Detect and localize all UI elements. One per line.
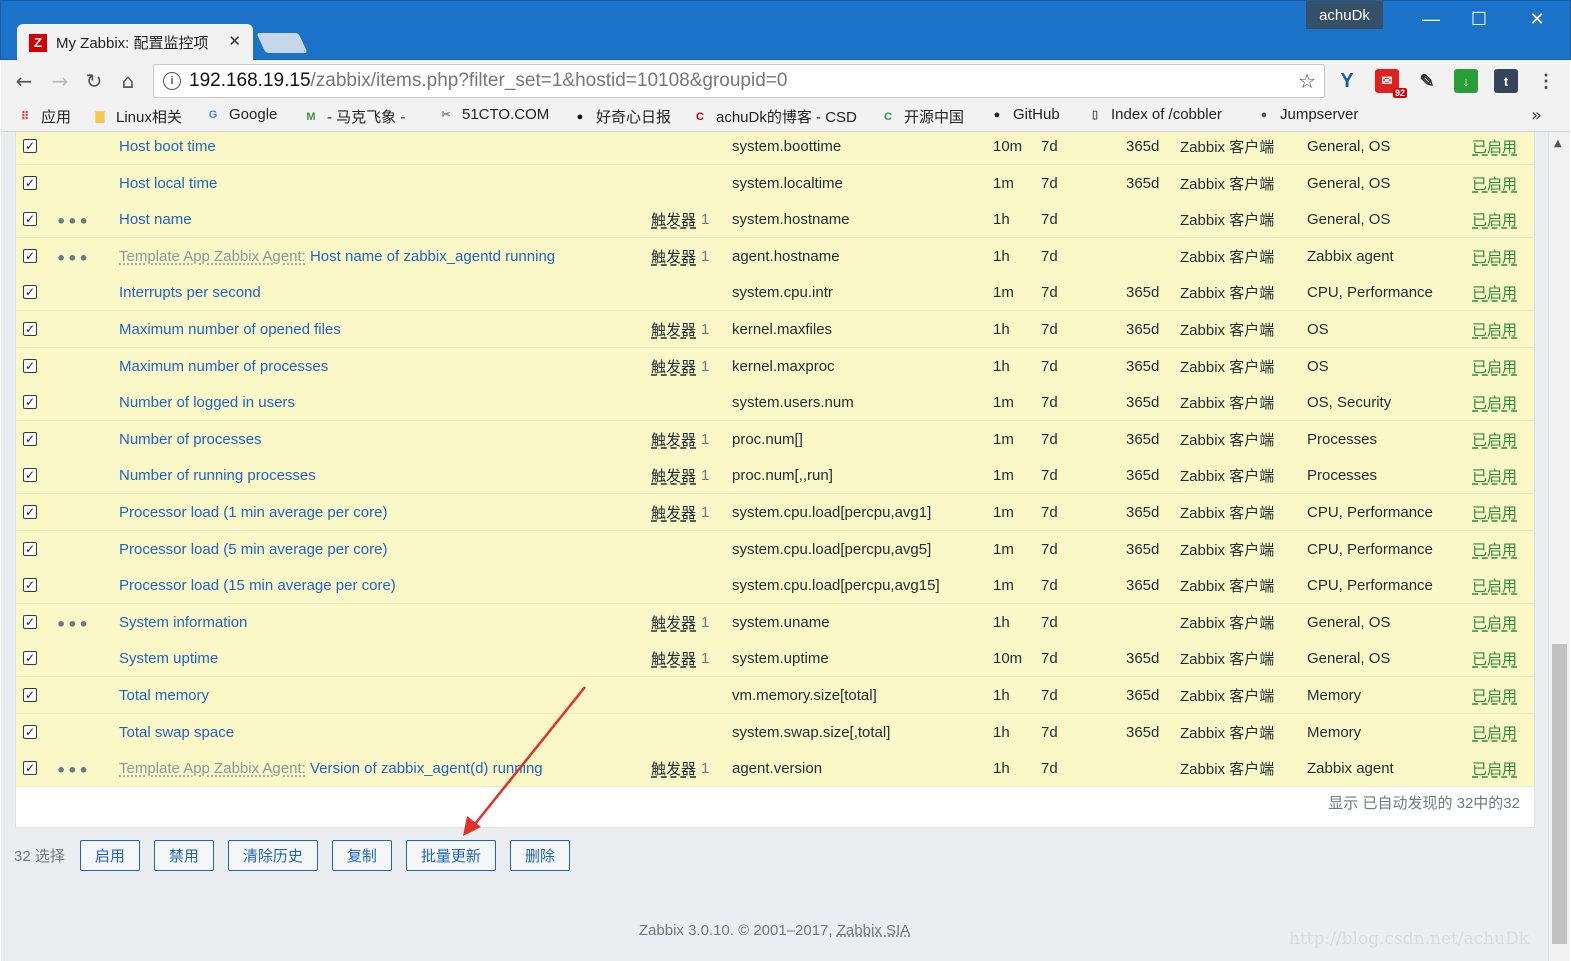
extension-tumblr-icon[interactable]: t bbox=[1494, 69, 1518, 93]
apps-grid-icon: ⠿ bbox=[20, 111, 30, 123]
bookmark-label: 应用 bbox=[41, 109, 72, 126]
extension-v-icon[interactable]: Y bbox=[1335, 69, 1359, 93]
bookmark-label: 51CTO.COM bbox=[462, 106, 550, 123]
bookmarks-bar: ⠿ 应用 ▇ Linux相关 G Google M - 马克飞象 - ✂ 51CTO.COM ● 好奇… bbox=[1, 102, 1570, 132]
annotation-arrow bbox=[463, 686, 586, 836]
bookmark-label: Google bbox=[229, 106, 278, 123]
scroll-up-icon[interactable]: ▲ bbox=[1554, 138, 1562, 149]
bookmark-item[interactable]: ▇ Linux相关 bbox=[92, 106, 182, 127]
back-icon[interactable]: ← bbox=[11, 68, 37, 94]
bookmark-star-icon[interactable]: ☆ bbox=[1298, 69, 1316, 93]
51cto-icon: ✂ bbox=[441, 109, 451, 121]
scrollbar-thumb[interactable] bbox=[1552, 644, 1567, 944]
bookmark-label: 好奇心日报 bbox=[596, 109, 672, 126]
window-titlebar: Z My Zabbix: 配置监控项 ✕ achuDk — ☐ ✕ bbox=[0, 0, 1571, 61]
tab-close-icon[interactable]: ✕ bbox=[228, 32, 241, 50]
browser-tab[interactable]: Z My Zabbix: 配置监控项 ✕ bbox=[17, 24, 253, 61]
csdn-icon: C bbox=[696, 110, 704, 123]
bookmark-label: Index of /cobbler bbox=[1111, 106, 1222, 123]
maxiang-icon: M bbox=[306, 110, 316, 123]
bookmark-label: - 马克飞象 - bbox=[327, 109, 406, 126]
folder-icon: ▇ bbox=[95, 111, 105, 123]
jumpserver-icon: ● bbox=[1260, 108, 1268, 121]
reload-icon[interactable]: ↻ bbox=[81, 68, 107, 94]
extension-evernote-icon[interactable]: ✎ bbox=[1415, 69, 1439, 93]
bookmark-item[interactable]: C 开源中国 bbox=[880, 106, 964, 127]
minimize-icon[interactable]: — bbox=[1411, 5, 1451, 33]
zabbix-favicon-icon: Z bbox=[29, 33, 47, 52]
bookmark-item[interactable]: M - 马克飞象 - bbox=[303, 106, 405, 127]
zabbix-page: 显示 已自动发现的 32中的32 ✓ Host boot time system.b… bbox=[1, 132, 1548, 961]
bookmark-item[interactable]: ● Jumpserver bbox=[1256, 106, 1359, 123]
close-window-icon[interactable]: ✕ bbox=[1517, 5, 1557, 33]
bookmark-label: GitHub bbox=[1013, 106, 1060, 123]
new-tab-button[interactable] bbox=[256, 33, 308, 53]
bookmark-label: Linux相关 bbox=[116, 109, 182, 126]
extension-mail-icon[interactable]: ✉ 92 bbox=[1375, 69, 1407, 98]
oschina-icon: C bbox=[884, 110, 892, 123]
extension-badge-count: 92 bbox=[1392, 88, 1407, 98]
extension-download-icon[interactable]: ↓ bbox=[1454, 69, 1478, 93]
site-info-icon[interactable]: i bbox=[163, 72, 181, 90]
bookmark-item[interactable]: ⠿ 应用 bbox=[17, 106, 71, 127]
bookmarks-overflow-icon[interactable]: » bbox=[1531, 105, 1542, 126]
google-icon: G bbox=[208, 108, 218, 121]
browser-toolbar: ← → ↻ ⌂ i 192.168.19.15/zabbix/items.php… bbox=[1, 60, 1570, 102]
bookmark-label: 开源中国 bbox=[904, 109, 965, 126]
url-host: 192.168.19.15 bbox=[189, 70, 311, 91]
bookmark-item[interactable]: G Google bbox=[205, 106, 278, 123]
tab-title: My Zabbix: 配置监控项 bbox=[56, 35, 209, 52]
bookmark-item[interactable]: ● GitHub bbox=[989, 106, 1060, 123]
bookmark-label: achuDk的博客 - CSD bbox=[716, 109, 857, 126]
qdaily-icon: ● bbox=[576, 110, 584, 123]
bookmark-label: Jumpserver bbox=[1280, 106, 1359, 123]
github-icon: ● bbox=[993, 108, 1001, 121]
browser-menu-icon[interactable]: ⋮ bbox=[1534, 69, 1558, 93]
address-bar[interactable]: i 192.168.19.15/zabbix/items.php?filter_… bbox=[153, 64, 1325, 98]
page-icon: ▯ bbox=[1091, 109, 1099, 121]
forward-icon[interactable]: → bbox=[47, 68, 73, 94]
url-path: /zabbix/items.php?filter_set=1&hostid=10… bbox=[310, 70, 788, 91]
page-scrollbar[interactable]: ▲ bbox=[1548, 132, 1570, 961]
bookmark-item[interactable]: ● 好奇心日报 bbox=[572, 106, 671, 127]
home-icon[interactable]: ⌂ bbox=[115, 68, 141, 94]
bookmark-item[interactable]: ▯ Index of /cobbler bbox=[1087, 106, 1222, 123]
maximize-icon[interactable]: ☐ bbox=[1459, 5, 1499, 33]
bookmark-item[interactable]: ✂ 51CTO.COM bbox=[438, 106, 549, 123]
bookmark-item[interactable]: CachuDk的博客 - CSD bbox=[692, 106, 857, 127]
profile-user-badge[interactable]: achuDk bbox=[1306, 1, 1383, 29]
